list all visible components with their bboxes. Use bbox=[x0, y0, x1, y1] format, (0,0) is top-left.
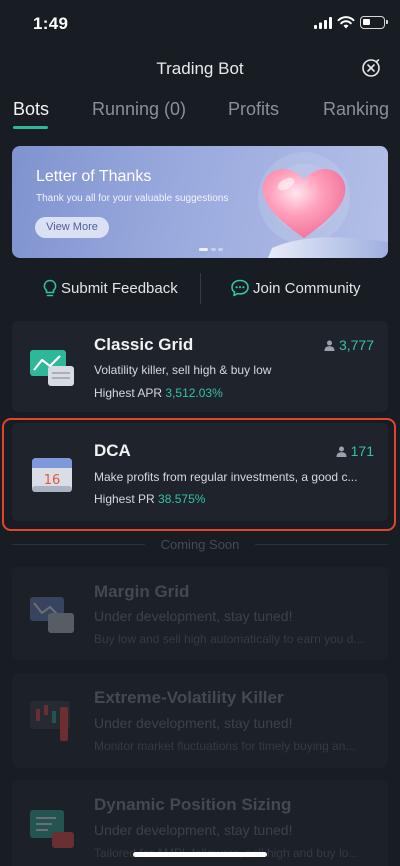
user-icon bbox=[324, 340, 335, 351]
banner-title: Letter of Thanks bbox=[36, 168, 152, 185]
bot-metric-label: Highest APR bbox=[94, 386, 163, 400]
carousel-dots bbox=[199, 248, 224, 251]
banner-subtitle: Thank you all for your valuable suggesti… bbox=[36, 193, 229, 204]
bot-metric-value: 3,512.03% bbox=[165, 386, 223, 400]
heart-illustration bbox=[258, 152, 388, 258]
coming-soon-description: Monitor market fluctuations for timely b… bbox=[94, 739, 356, 753]
submit-feedback-link[interactable]: Submit Feedback bbox=[61, 280, 178, 297]
bot-metric: Highest APR 3,512.03% bbox=[94, 386, 223, 400]
coming-soon-status: Under development, stay tuned! bbox=[94, 608, 293, 624]
coming-soon-name: Extreme-Volatility Killer bbox=[94, 688, 284, 707]
coming-soon-status: Under development, stay tuned! bbox=[94, 715, 293, 731]
promo-banner[interactable]: Letter of Thanks Thank you all for your … bbox=[12, 146, 388, 258]
bot-name: Classic Grid bbox=[94, 335, 194, 354]
quick-links: Submit Feedback Join Community bbox=[0, 270, 400, 310]
coming-soon-name: Dynamic Position Sizing bbox=[94, 795, 292, 814]
home-indicator[interactable] bbox=[133, 852, 267, 857]
grid-bot-icon bbox=[30, 350, 74, 386]
tab-ranking[interactable]: Ranking bbox=[323, 99, 389, 120]
bot-card-classic-grid[interactable]: Classic Grid 3,777 Volatility killer, se… bbox=[12, 321, 388, 412]
selection-highlight bbox=[2, 418, 396, 531]
candles-icon bbox=[30, 701, 70, 741]
coming-soon-status: Under development, stay tuned! bbox=[94, 822, 293, 838]
bot-description: Volatility killer, sell high & buy low bbox=[94, 363, 272, 377]
page-title: Trading Bot bbox=[156, 59, 244, 78]
tab-running[interactable]: Running (0) bbox=[92, 99, 186, 120]
coming-soon-name: Margin Grid bbox=[94, 582, 190, 601]
margin-grid-icon bbox=[30, 597, 74, 633]
view-more-button[interactable]: View More bbox=[35, 217, 109, 238]
tab-bar: Bots Running (0) Profits Ranking bbox=[0, 96, 400, 132]
active-tab-indicator bbox=[13, 126, 48, 129]
signal-icon bbox=[314, 17, 332, 29]
coming-soon-card-extreme-volatility-killer: Extreme-Volatility Killer Under developm… bbox=[12, 673, 388, 768]
close-icon[interactable] bbox=[361, 58, 381, 78]
coming-soon-description: Buy low and sell high automatically to e… bbox=[94, 632, 364, 646]
bot-user-count: 3,777 bbox=[324, 337, 374, 353]
links-divider bbox=[200, 273, 201, 304]
position-sizing-icon bbox=[30, 810, 74, 848]
join-community-link[interactable]: Join Community bbox=[253, 280, 361, 297]
status-bar: 1:49 bbox=[0, 0, 400, 48]
status-time: 1:49 bbox=[33, 14, 69, 33]
coming-soon-divider: Coming Soon bbox=[0, 536, 400, 554]
coming-soon-card-margin-grid: Margin Grid Under development, stay tune… bbox=[12, 567, 388, 660]
battery-icon bbox=[360, 16, 388, 29]
chat-icon bbox=[231, 279, 249, 297]
bot-users-value: 3,777 bbox=[338, 337, 374, 353]
tab-bots[interactable]: Bots bbox=[13, 99, 49, 120]
wifi-icon bbox=[337, 16, 355, 29]
tab-profits[interactable]: Profits bbox=[228, 99, 279, 120]
bulb-icon bbox=[43, 279, 57, 297]
